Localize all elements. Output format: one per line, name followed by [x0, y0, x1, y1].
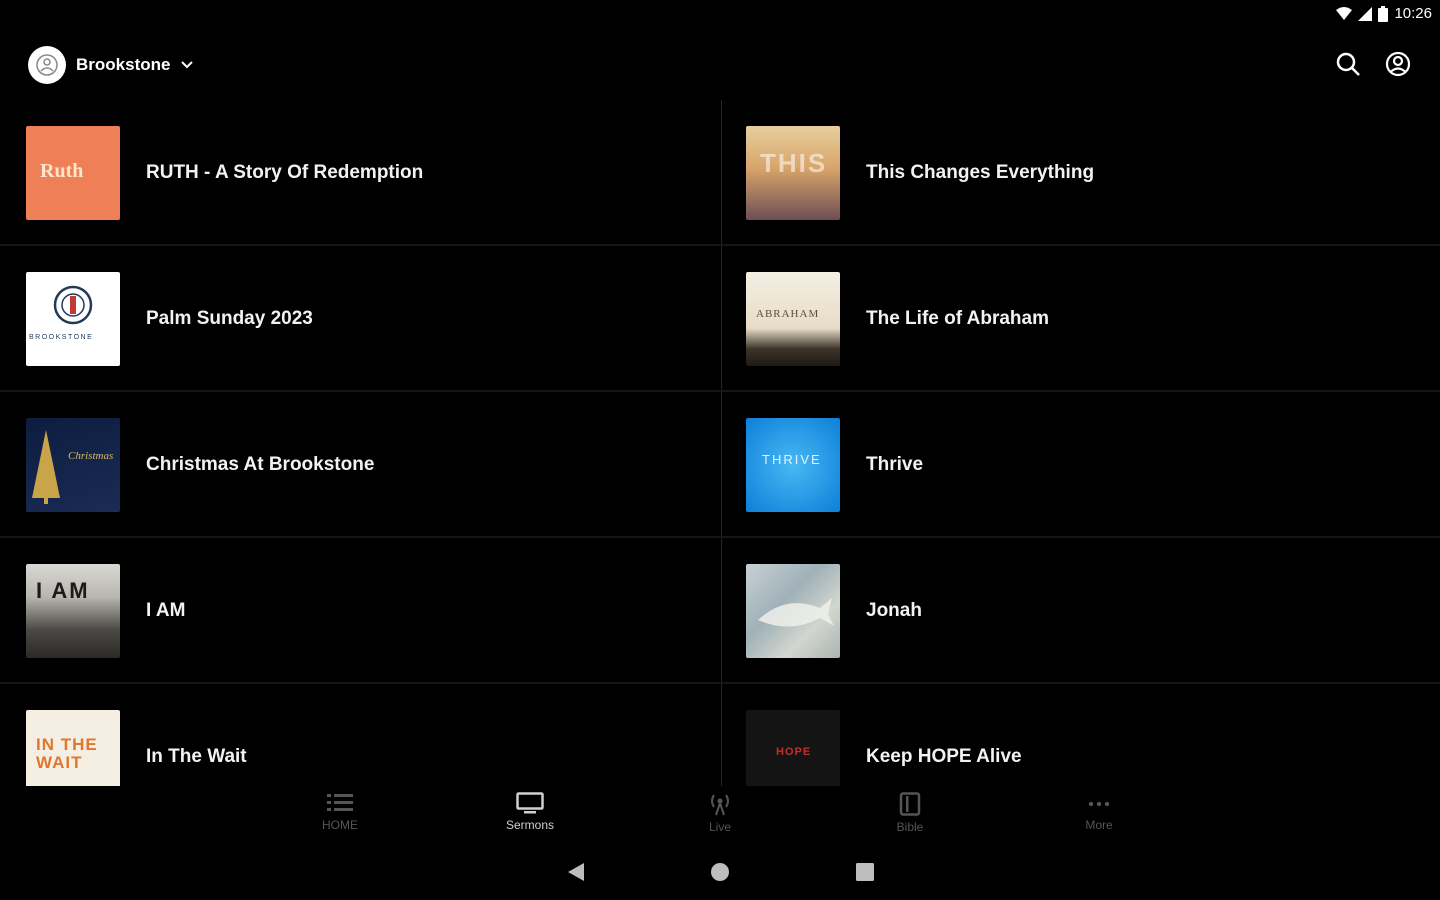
back-button[interactable]: [566, 862, 586, 887]
wifi-icon: [1336, 6, 1353, 20]
more-dots-icon: [1088, 801, 1110, 807]
series-title: Jonah: [866, 600, 922, 621]
broadcast-icon: [711, 794, 729, 816]
series-title: Palm Sunday 2023: [146, 308, 313, 329]
list-row: I AM I AM Jonah: [0, 538, 1440, 684]
list-row: Ruth RUTH - A Story Of Redemption THIS T…: [0, 100, 1440, 246]
series-title: Thrive: [866, 454, 924, 475]
series-title: In The Wait: [146, 746, 247, 767]
series-thumbnail: ABRAHAM: [746, 272, 840, 366]
series-title: Keep HOPE Alive: [866, 746, 1022, 767]
church-avatar: [28, 46, 66, 84]
series-item[interactable]: ABRAHAM The Life of Abraham: [721, 246, 1440, 392]
series-item[interactable]: BROOKSTONE Palm Sunday 2023: [0, 246, 720, 392]
list-icon: [327, 794, 353, 811]
nav-label: More: [1085, 818, 1113, 832]
series-thumbnail: Ruth: [26, 126, 120, 220]
series-thumbnail: IN THE WAIT: [26, 710, 120, 786]
series-item[interactable]: IN THE WAIT In The Wait: [0, 684, 720, 786]
battery-icon: [1378, 5, 1389, 22]
series-item[interactable]: THIS This Changes Everything: [721, 100, 1440, 246]
series-thumbnail: HOPE: [746, 710, 840, 786]
christmas-tree-icon: [32, 430, 60, 504]
account-circle-icon: [1385, 51, 1411, 77]
series-title: The Life of Abraham: [866, 308, 1049, 329]
search-button[interactable]: [1334, 50, 1362, 78]
list-row: IN THE WAIT In The Wait HOPE Keep HOPE A…: [0, 684, 1440, 786]
bottom-navigation: HOME Sermons Live Bible More: [0, 786, 1440, 842]
whale-icon: [758, 598, 834, 627]
app-header: Brookstone: [0, 40, 1440, 88]
series-item[interactable]: Christmas Christmas At Brookstone: [0, 392, 720, 538]
nav-bible[interactable]: Bible: [850, 792, 970, 834]
chevron-down-icon: [181, 61, 194, 69]
nav-label: HOME: [322, 818, 358, 832]
brookstone-logo-icon: [53, 285, 93, 325]
nav-label: Sermons: [505, 818, 555, 832]
series-item[interactable]: HOPE Keep HOPE Alive: [721, 684, 1440, 786]
series-title: I AM: [146, 600, 186, 621]
series-thumbnail: [746, 564, 840, 658]
home-circle-icon: [711, 863, 729, 881]
nav-more[interactable]: More: [1039, 792, 1159, 832]
series-thumbnail: Christmas: [26, 418, 120, 512]
series-title: This Changes Everything: [866, 162, 1095, 183]
series-thumbnail: BROOKSTONE: [26, 272, 120, 366]
series-thumbnail: THRIVE: [746, 418, 840, 512]
series-thumbnail: I AM: [26, 564, 120, 658]
system-navigation-bar: [0, 846, 1440, 900]
nav-home[interactable]: HOME: [280, 792, 400, 832]
account-button[interactable]: [1384, 50, 1412, 78]
status-bar: 10:26: [0, 0, 1440, 30]
series-item[interactable]: Ruth RUTH - A Story Of Redemption: [0, 100, 720, 246]
list-row: BROOKSTONE Palm Sunday 2023 ABRAHAM The …: [0, 246, 1440, 392]
book-icon: [899, 792, 921, 816]
sermon-series-list: Ruth RUTH - A Story Of Redemption THIS T…: [0, 100, 1440, 786]
home-button[interactable]: [710, 862, 730, 887]
cell-signal-icon: [1358, 6, 1373, 21]
nav-label: Bible: [896, 820, 924, 834]
series-title: RUTH - A Story Of Redemption: [146, 162, 424, 183]
nav-label: Live: [708, 820, 731, 834]
account-name: Brookstone: [76, 55, 171, 74]
back-triangle-icon: [568, 863, 584, 881]
series-title: Christmas At Brookstone: [146, 454, 375, 475]
search-icon: [1336, 52, 1360, 76]
recents-button[interactable]: [855, 862, 875, 887]
series-item[interactable]: Jonah: [721, 538, 1440, 684]
status-icons: 10:26: [1336, 5, 1432, 22]
church-logo-icon: [36, 54, 58, 76]
series-item[interactable]: I AM I AM: [0, 538, 720, 684]
tv-icon: [516, 792, 544, 814]
status-time: 10:26: [1394, 5, 1432, 22]
account-switcher[interactable]: Brookstone: [28, 46, 194, 84]
nav-live[interactable]: Live: [660, 792, 780, 834]
nav-sermons[interactable]: Sermons: [470, 792, 590, 832]
recents-square-icon: [856, 863, 874, 881]
series-item[interactable]: THRIVE Thrive: [721, 392, 1440, 538]
list-row: Christmas Christmas At Brookstone THRIVE…: [0, 392, 1440, 538]
series-thumbnail: THIS: [746, 126, 840, 220]
